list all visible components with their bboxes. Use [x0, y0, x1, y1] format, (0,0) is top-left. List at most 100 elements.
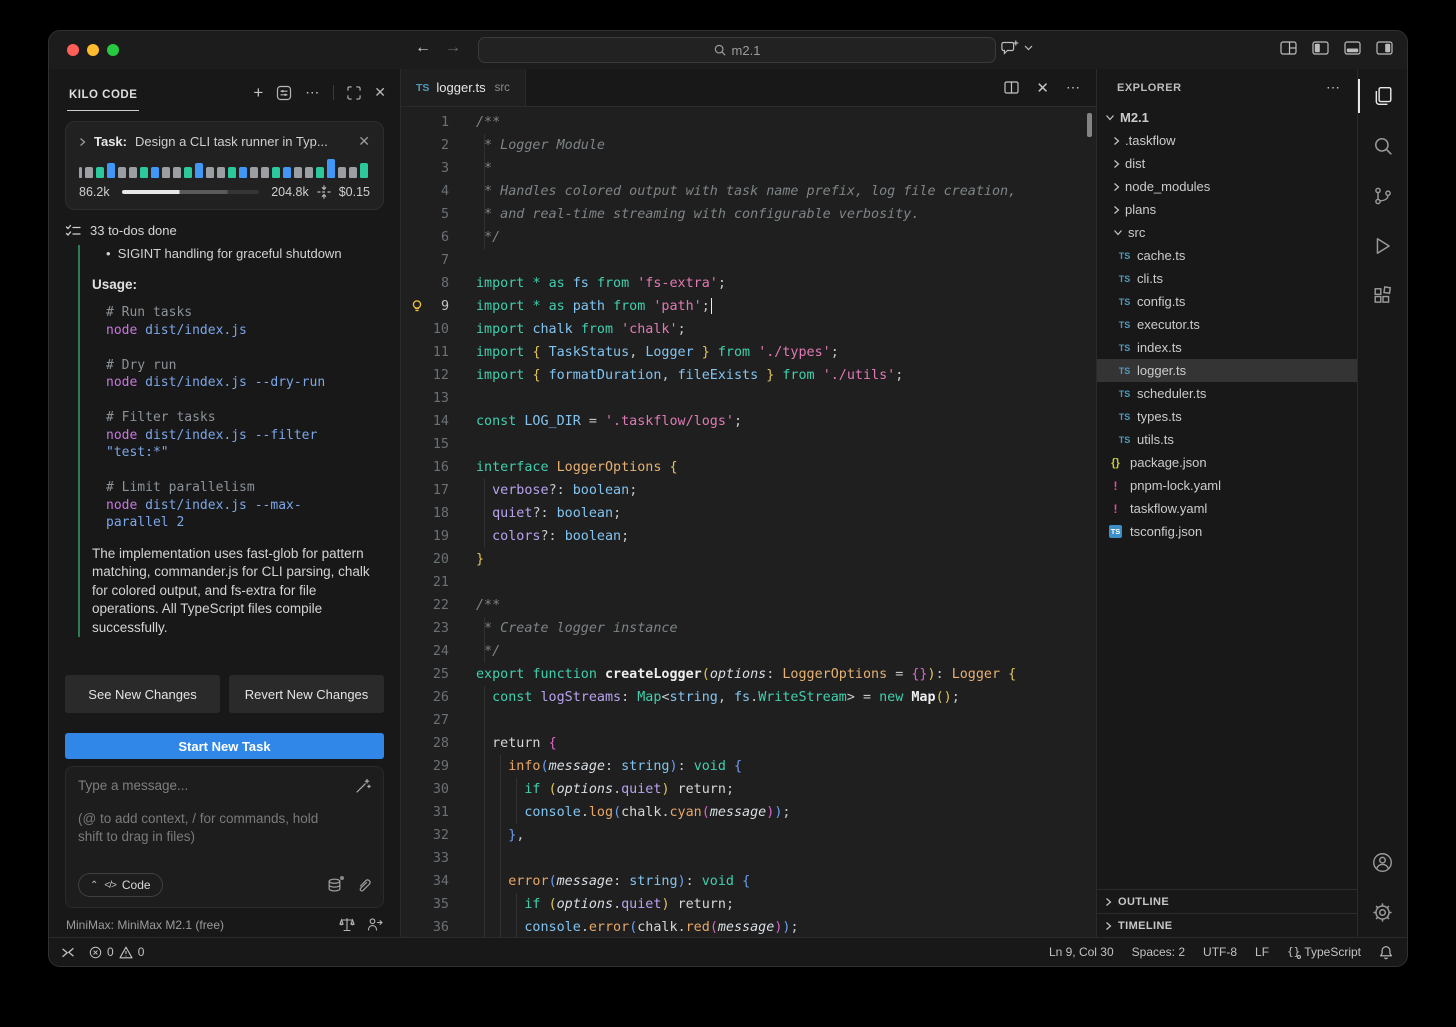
code-line[interactable]: 28 return { — [401, 732, 1096, 755]
code-line[interactable]: 32 }, — [401, 824, 1096, 847]
minimize-window-button[interactable] — [87, 44, 99, 56]
code-line[interactable]: 1/** — [401, 111, 1096, 134]
code-line[interactable]: 16interface LoggerOptions { — [401, 456, 1096, 479]
zoom-window-button[interactable] — [107, 44, 119, 56]
settings-button[interactable] — [1358, 887, 1408, 937]
tree-item-cache.ts[interactable]: TScache.ts — [1097, 244, 1357, 267]
tree-item-cli.ts[interactable]: TScli.ts — [1097, 267, 1357, 290]
code-line[interactable]: 25export function createLogger(options: … — [401, 663, 1096, 686]
code-line[interactable]: 19 colors?: boolean; — [401, 525, 1096, 548]
tree-item-logger.ts[interactable]: TSlogger.ts — [1097, 359, 1357, 382]
tab-logger-ts[interactable]: TS logger.ts src — [401, 69, 526, 106]
tree-item-plans[interactable]: plans — [1097, 198, 1357, 221]
chat-icon[interactable] — [1001, 40, 1019, 56]
sidebar-item-extensions[interactable] — [1358, 271, 1408, 321]
sidebar-item-search[interactable] — [1358, 121, 1408, 171]
code-line[interactable]: 14const LOG_DIR = '.taskflow/logs'; — [401, 410, 1096, 433]
code-line[interactable]: 3 * — [401, 157, 1096, 180]
start-new-task-button[interactable]: Start New Task — [65, 733, 384, 759]
code-line[interactable]: 5 * and real-time streaming with configu… — [401, 203, 1096, 226]
model-label[interactable]: MiniMax: MiniMax M2.1 (free) — [66, 918, 224, 932]
sidebar-item-run-debug[interactable] — [1358, 221, 1408, 271]
tree-item-dist[interactable]: dist — [1097, 152, 1357, 175]
task-expand-chevron-icon[interactable] — [79, 137, 86, 147]
code-line[interactable]: 34 error(message: string): void { — [401, 870, 1096, 893]
sidebar-item-source-control[interactable] — [1358, 171, 1408, 221]
notifications-bell-icon[interactable] — [1379, 945, 1393, 960]
code-line[interactable]: 10import chalk from 'chalk'; — [401, 318, 1096, 341]
code-line[interactable]: 30 if (options.quiet) return; — [401, 778, 1096, 801]
tree-item-pnpm-lock.yaml[interactable]: !pnpm-lock.yaml — [1097, 474, 1357, 497]
code-line[interactable]: 4 * Handles colored output with task nam… — [401, 180, 1096, 203]
close-window-button[interactable] — [67, 44, 79, 56]
code-line[interactable]: 31 console.log(chalk.cyan(message)); — [401, 801, 1096, 824]
see-new-changes-button[interactable]: See New Changes — [65, 675, 220, 713]
code-line[interactable]: 8import * as fs from 'fs-extra'; — [401, 272, 1096, 295]
code-editor[interactable]: 1/**2 * Logger Module3 *4 * Handles colo… — [401, 107, 1096, 937]
code-line[interactable]: 35 if (options.quiet) return; — [401, 893, 1096, 916]
tree-item-utils.ts[interactable]: TSutils.ts — [1097, 428, 1357, 451]
code-line[interactable]: 22/** — [401, 594, 1096, 617]
tree-item-src[interactable]: src — [1097, 221, 1357, 244]
tree-item-tsconfig.json[interactable]: TStsconfig.json — [1097, 520, 1357, 543]
tree-item-.taskflow[interactable]: .taskflow — [1097, 129, 1357, 152]
indentation[interactable]: Spaces: 2 — [1132, 945, 1185, 959]
editor-scrollbar[interactable] — [1087, 113, 1092, 137]
new-task-icon[interactable]: + — [253, 86, 263, 100]
eol-sequence[interactable]: LF — [1255, 945, 1269, 959]
more-actions-icon[interactable]: ⋯ — [305, 84, 320, 101]
code-line[interactable]: 13 — [401, 387, 1096, 410]
expand-panel-icon[interactable] — [347, 86, 361, 100]
attach-paperclip-icon[interactable] — [356, 878, 371, 893]
code-line[interactable]: 12import { formatDuration, fileExists } … — [401, 364, 1096, 387]
cursor-position[interactable]: Ln 9, Col 30 — [1049, 945, 1114, 959]
code-line[interactable]: 9import * as path from 'path'; — [401, 295, 1096, 318]
section-outline[interactable]: OUTLINE — [1097, 889, 1357, 913]
mcp-servers-icon[interactable] — [276, 85, 292, 101]
tree-item-executor.ts[interactable]: TSexecutor.ts — [1097, 313, 1357, 336]
code-line[interactable]: 33 — [401, 847, 1096, 870]
lightbulb-icon[interactable] — [410, 299, 424, 313]
explorer-more-actions-icon[interactable]: ⋯ — [1326, 79, 1341, 96]
tree-item-M2.1[interactable]: M2.1 — [1097, 106, 1357, 129]
sidebar-item-explorer[interactable] — [1358, 71, 1408, 121]
tree-item-taskflow.yaml[interactable]: !taskflow.yaml — [1097, 497, 1357, 520]
toggle-bottom-panel-icon[interactable] — [1344, 41, 1361, 55]
mode-selector[interactable]: ⌃ </> Code — [78, 873, 163, 897]
forward-arrow-icon[interactable]: → — [445, 39, 461, 57]
close-editor-icon[interactable]: ✕ — [1036, 79, 1049, 97]
code-line[interactable]: 6 */ — [401, 226, 1096, 249]
code-line[interactable]: 23 * Create logger instance — [401, 617, 1096, 640]
code-line[interactable]: 26 const logStreams: Map<string, fs.Writ… — [401, 686, 1096, 709]
code-line[interactable]: 2 * Logger Module — [401, 134, 1096, 157]
chevron-down-icon[interactable] — [1024, 45, 1033, 51]
code-line[interactable]: 20} — [401, 548, 1096, 571]
toggle-left-panel-icon[interactable] — [1312, 41, 1329, 55]
condense-context-icon[interactable] — [317, 185, 331, 199]
toggle-right-panel-icon[interactable] — [1376, 41, 1393, 55]
code-line[interactable]: 21 — [401, 571, 1096, 594]
close-panel-icon[interactable]: ✕ — [374, 84, 386, 101]
message-input[interactable]: Type a message... (@ to add context, / f… — [65, 766, 384, 908]
code-line[interactable]: 29 info(message: string): void { — [401, 755, 1096, 778]
customize-layout-icon[interactable] — [1280, 41, 1297, 55]
enhance-prompt-wand-icon[interactable] — [355, 778, 371, 794]
code-line[interactable]: 24 */ — [401, 640, 1096, 663]
language-mode[interactable]: {}TypeScript — [1287, 945, 1361, 959]
close-task-icon[interactable]: ✕ — [358, 133, 370, 150]
problems-indicator[interactable]: 0 0 — [89, 945, 144, 959]
code-line[interactable]: 11import { TaskStatus, Logger } from './… — [401, 341, 1096, 364]
tree-item-index.ts[interactable]: TSindex.ts — [1097, 336, 1357, 359]
revert-new-changes-button[interactable]: Revert New Changes — [229, 675, 384, 713]
code-line[interactable]: 36 console.error(chalk.red(message)); — [401, 916, 1096, 937]
tree-item-node_modules[interactable]: node_modules — [1097, 175, 1357, 198]
editor-more-actions-icon[interactable]: ⋯ — [1066, 79, 1081, 96]
code-line[interactable]: 15 — [401, 433, 1096, 456]
todos-label[interactable]: 33 to-dos done — [90, 223, 177, 238]
code-line[interactable]: 27 — [401, 709, 1096, 732]
tree-item-scheduler.ts[interactable]: TSscheduler.ts — [1097, 382, 1357, 405]
section-timeline[interactable]: TIMELINE — [1097, 913, 1357, 937]
command-center-search[interactable]: m2.1 — [478, 37, 996, 63]
back-arrow-icon[interactable]: ← — [415, 39, 431, 57]
code-line[interactable]: 17 verbose?: boolean; — [401, 479, 1096, 502]
